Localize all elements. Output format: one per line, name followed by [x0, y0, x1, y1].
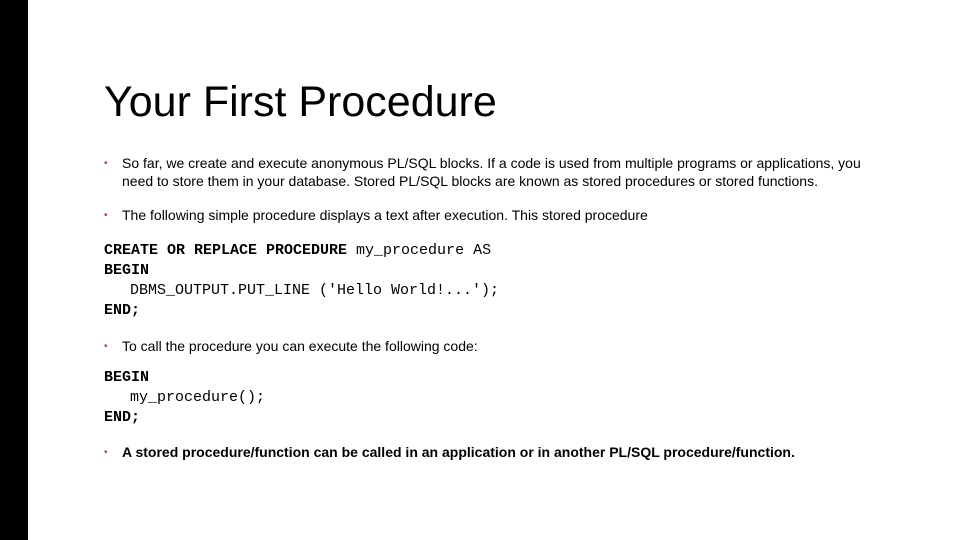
bullet-text: A stored procedure/function can be calle… [122, 444, 894, 462]
code-keyword: CREATE OR REPLACE PROCEDURE [104, 242, 356, 259]
code-text: my_procedure AS [356, 242, 491, 259]
slide-body: • So far, we create and execute anonymou… [104, 155, 894, 462]
bullet-item: • So far, we create and execute anonymou… [104, 155, 894, 191]
bullet-item: • The following simple procedure display… [104, 207, 894, 225]
code-keyword: BEGIN [104, 262, 149, 279]
code-text: my_procedure(); [104, 388, 265, 408]
bullet-item: • A stored procedure/function can be cal… [104, 444, 894, 462]
bullet-dot-icon: • [104, 155, 122, 191]
slide-content: Your First Procedure • So far, we create… [104, 78, 894, 478]
code-keyword: END; [104, 409, 140, 426]
bullet-text: The following simple procedure displays … [122, 207, 894, 225]
bullet-text: To call the procedure you can execute th… [122, 338, 894, 356]
bullet-text: So far, we create and execute anonymous … [122, 155, 894, 191]
bullet-dot-icon: • [104, 444, 122, 462]
code-keyword: BEGIN [104, 369, 149, 386]
slide: Your First Procedure • So far, we create… [0, 0, 960, 540]
code-block-call: BEGIN my_procedure(); END; [104, 368, 894, 429]
bullet-dot-icon: • [104, 338, 122, 356]
code-block-create: CREATE OR REPLACE PROCEDURE my_procedure… [104, 241, 894, 322]
slide-title: Your First Procedure [104, 78, 894, 127]
accent-bar [0, 0, 28, 540]
code-keyword: END; [104, 302, 140, 319]
code-text: DBMS_OUTPUT.PUT_LINE ('Hello World!...')… [104, 281, 499, 301]
bullet-dot-icon: • [104, 207, 122, 225]
bullet-item: • To call the procedure you can execute … [104, 338, 894, 356]
